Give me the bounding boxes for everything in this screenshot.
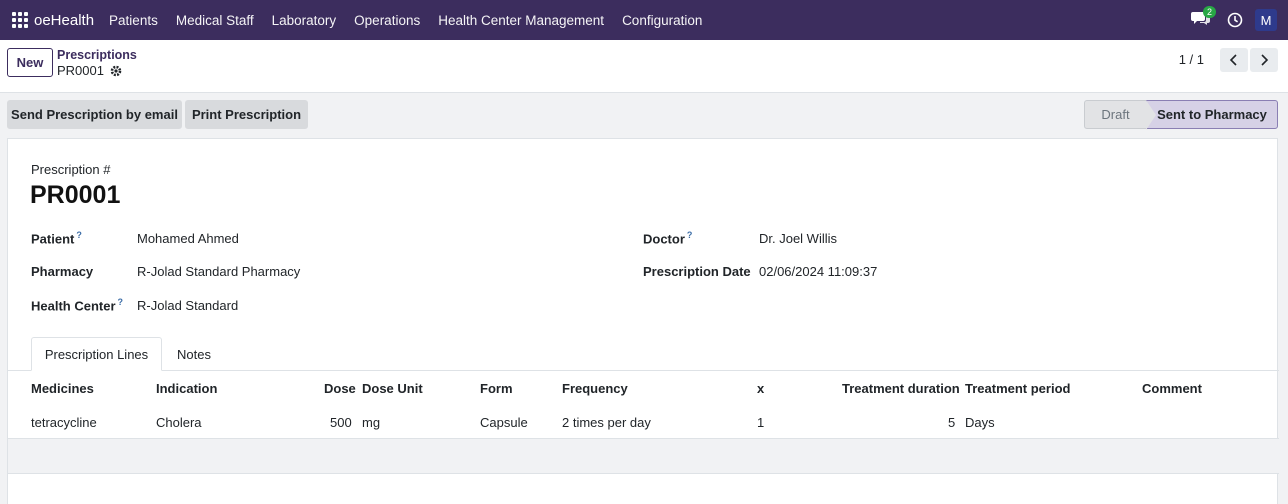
menu-patients[interactable]: Patients — [100, 13, 167, 28]
column-indication[interactable]: Indication — [156, 381, 217, 396]
notebook-tabs: Prescription Lines Notes — [8, 337, 1279, 371]
pager-value[interactable]: 1 / 1 — [1179, 52, 1204, 67]
pharmacy-value[interactable]: R-Jolad Standard Pharmacy — [137, 264, 300, 279]
menu-configuration[interactable]: Configuration — [613, 13, 711, 28]
column-treatment-period[interactable]: Treatment period — [965, 381, 1070, 396]
pager-previous-button[interactable] — [1220, 48, 1248, 72]
cell-treatment-duration: 5 — [948, 415, 956, 430]
doctor-value[interactable]: Dr. Joel Willis — [759, 231, 837, 246]
patient-label: Patient? — [31, 230, 82, 247]
stage-selector: Draft Sent to Pharmacy — [1084, 100, 1278, 130]
cell-form: Capsule — [480, 415, 528, 430]
send-prescription-email-button[interactable]: Send Prescription by email — [7, 100, 182, 129]
print-prescription-button[interactable]: Print Prescription — [185, 100, 308, 129]
column-frequency[interactable]: Frequency — [562, 381, 628, 396]
breadcrumb-prescriptions[interactable]: Prescriptions — [57, 48, 137, 62]
chevron-left-icon — [1229, 54, 1237, 66]
cell-frequency: 2 times per day — [562, 415, 651, 430]
cell-x: 1 — [757, 415, 765, 430]
menu-medical-staff[interactable]: Medical Staff — [167, 13, 263, 28]
table-row[interactable]: tetracycline Cholera 500 mg Capsule 2 ti… — [8, 405, 1279, 439]
cell-dose-unit: mg — [362, 415, 381, 430]
control-panel: New Prescriptions PR0001 1 / 1 — [0, 40, 1288, 93]
chat-badge: 2 — [1203, 6, 1217, 18]
activity-clock-icon[interactable] — [1227, 12, 1243, 28]
column-x[interactable]: x — [757, 381, 764, 396]
prescription-number: PR0001 — [30, 181, 121, 209]
stage-sent-to-pharmacy[interactable]: Sent to Pharmacy — [1146, 100, 1278, 130]
column-medicines[interactable]: Medicines — [31, 381, 94, 396]
apps-menu-icon[interactable] — [0, 0, 32, 40]
patient-value[interactable]: Mohamed Ahmed — [137, 231, 239, 246]
prescription-date-label: Prescription Date — [643, 264, 751, 279]
cell-dose: 500 — [330, 415, 352, 430]
tab-notes[interactable]: Notes — [177, 337, 211, 371]
menu-laboratory[interactable]: Laboratory — [263, 13, 346, 28]
record-name: PR0001 — [57, 63, 104, 78]
pager-next-button[interactable] — [1250, 48, 1278, 72]
health-center-label: Health Center? — [31, 297, 124, 314]
tab-prescription-lines[interactable]: Prescription Lines — [31, 337, 162, 371]
column-comment[interactable]: Comment — [1142, 381, 1202, 396]
app-brand[interactable]: oeHealth — [34, 12, 94, 29]
health-center-value[interactable]: R-Jolad Standard — [137, 298, 238, 313]
breadcrumb-current-record: PR0001 — [57, 63, 122, 78]
column-treatment-duration[interactable]: Treatment duration — [842, 381, 960, 396]
menu-health-center-management[interactable]: Health Center Management — [429, 13, 613, 28]
form-statusbar: Send Prescription by email Print Prescri… — [0, 93, 1288, 137]
prescription-number-label: Prescription # — [31, 162, 111, 177]
cell-indication: Cholera — [156, 415, 202, 430]
stage-sent-label: Sent to Pharmacy — [1157, 107, 1267, 122]
top-navbar: oeHealth Patients Medical Staff Laborato… — [0, 0, 1288, 40]
menu-operations[interactable]: Operations — [345, 13, 429, 28]
cell-medicine: tetracycline — [31, 415, 97, 430]
help-tooltip-icon[interactable]: ? — [76, 230, 82, 240]
stage-arrow-icon — [1146, 100, 1156, 130]
prescription-date-value[interactable]: 02/06/2024 11:09:37 — [759, 264, 877, 279]
chevron-right-icon — [1261, 54, 1269, 66]
help-tooltip-icon[interactable]: ? — [118, 297, 124, 307]
form-sheet: Prescription # PR0001 Patient? Mohamed A… — [7, 138, 1279, 504]
column-dose-unit[interactable]: Dose Unit — [362, 381, 423, 396]
cell-treatment-period: Days — [965, 415, 995, 430]
stage-draft[interactable]: Draft — [1084, 100, 1146, 129]
lines-table-footer — [8, 439, 1279, 474]
navbar-systray: 2 M — [1191, 0, 1288, 40]
lines-table-header: Medicines Indication Dose Dose Unit Form… — [8, 372, 1279, 404]
doctor-label: Doctor? — [643, 230, 693, 247]
chat-icon[interactable]: 2 — [1191, 6, 1217, 30]
column-form[interactable]: Form — [480, 381, 513, 396]
gear-icon[interactable] — [110, 65, 122, 77]
new-button[interactable]: New — [7, 48, 53, 77]
user-avatar[interactable]: M — [1255, 9, 1277, 31]
pharmacy-label: Pharmacy — [31, 264, 94, 279]
help-tooltip-icon[interactable]: ? — [687, 230, 693, 240]
column-dose[interactable]: Dose — [324, 381, 356, 396]
